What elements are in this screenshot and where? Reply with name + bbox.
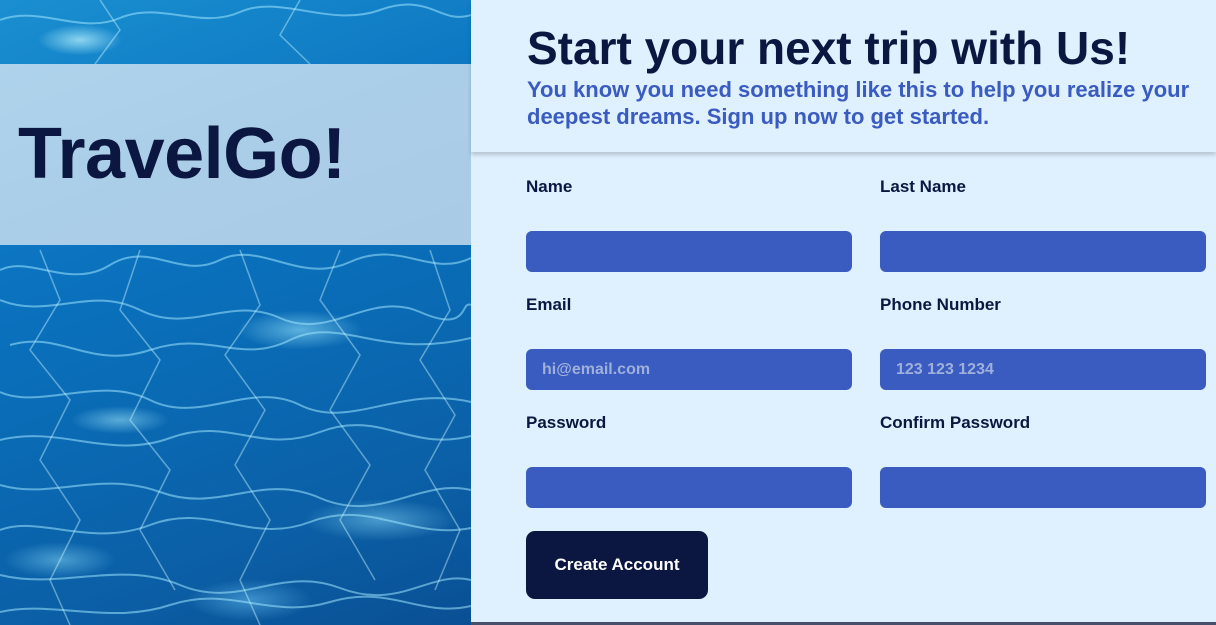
password-input[interactable] bbox=[526, 467, 852, 508]
email-input[interactable] bbox=[526, 349, 852, 390]
signup-form: Name Last Name Email Phone Number Passwo… bbox=[471, 152, 1216, 625]
signup-panel: Start your next trip with Us! You know y… bbox=[471, 0, 1216, 625]
page-title: Start your next trip with Us! bbox=[527, 22, 1131, 74]
name-field-group: Name bbox=[526, 176, 852, 272]
confirm-password-input[interactable] bbox=[880, 467, 1206, 508]
name-input[interactable] bbox=[526, 231, 852, 272]
password-field-group: Password bbox=[526, 412, 852, 508]
last-name-input[interactable] bbox=[880, 231, 1206, 272]
phone-field-group: Phone Number bbox=[880, 294, 1206, 390]
brand-logo-text: TravelGo! bbox=[18, 114, 346, 194]
panel-header: Start your next trip with Us! You know y… bbox=[471, 0, 1216, 152]
name-label: Name bbox=[526, 177, 573, 196]
create-account-button[interactable]: Create Account bbox=[526, 531, 708, 599]
signup-page: TravelGo! Start your next trip with Us! … bbox=[0, 0, 1216, 625]
email-label: Email bbox=[526, 295, 572, 314]
phone-label: Phone Number bbox=[880, 295, 1001, 314]
phone-input[interactable] bbox=[880, 349, 1206, 390]
last-name-label: Last Name bbox=[880, 177, 966, 196]
hero-water-image: TravelGo! bbox=[0, 0, 471, 625]
email-field-group: Email bbox=[526, 294, 852, 390]
confirm-password-label: Confirm Password bbox=[880, 413, 1031, 432]
page-subtitle: You know you need something like this to… bbox=[527, 77, 1190, 129]
password-label: Password bbox=[526, 413, 607, 432]
last-name-field-group: Last Name bbox=[880, 176, 1206, 272]
confirm-password-field-group: Confirm Password bbox=[880, 412, 1206, 508]
